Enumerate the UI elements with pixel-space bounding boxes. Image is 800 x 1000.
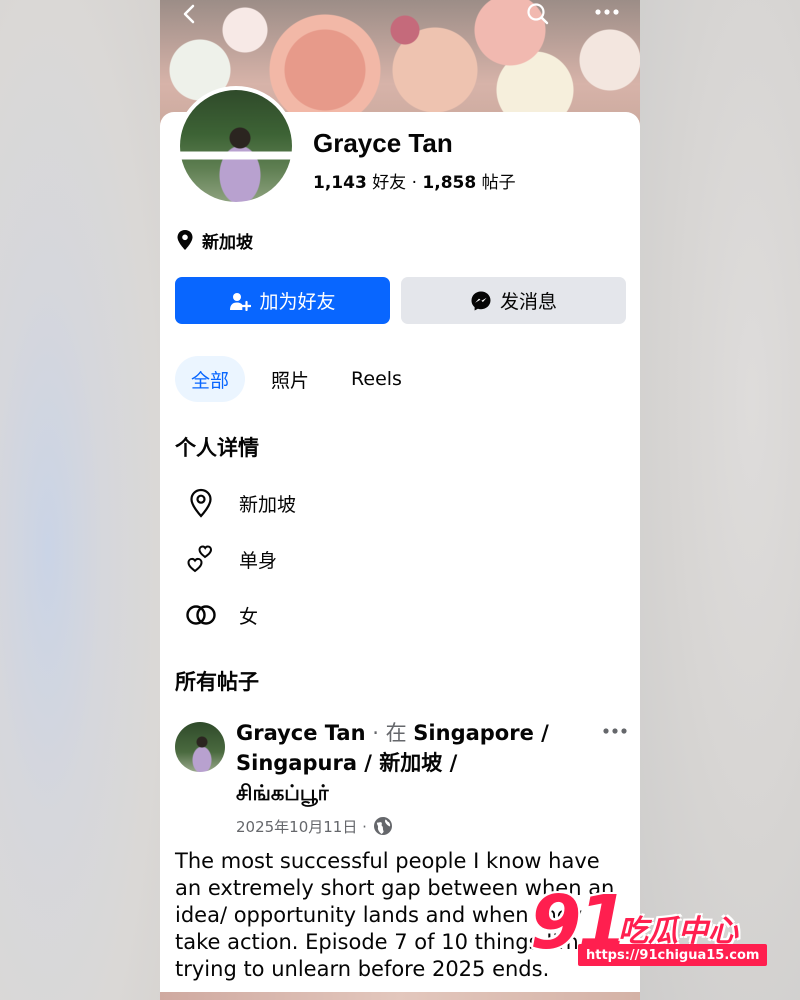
top-bar [160,0,640,28]
phone-screen: Grayce Tan 1,143 好友 · 1,858 帖子 新加坡 加为好友 … [160,0,640,1000]
add-friend-icon [230,292,252,311]
tab-reels[interactable]: Reels [335,356,418,402]
profile-tabs: 全部 照片 Reels [175,356,418,402]
messenger-icon [471,291,491,310]
avatar[interactable] [180,90,292,202]
posts-count: 1,858 [422,173,477,193]
background-blur-left [0,0,160,1000]
profile-name: Grayce Tan [313,128,453,158]
location-pin-icon [185,487,217,519]
location-row: 新加坡 [176,226,253,254]
post-date[interactable]: 2025年10月11日 · [236,816,367,837]
post-meta: 2025年10月11日 · [236,814,393,838]
tab-all[interactable]: 全部 [175,356,246,402]
location-text: 新加坡 [202,232,253,253]
post-place-line2[interactable]: Singapura / 新加坡 / [236,751,457,775]
hearts-icon [185,543,217,575]
friends-count[interactable]: 1,143 [313,173,367,193]
add-friend-button[interactable]: 加为好友 [175,277,390,324]
detail-location-text: 新加坡 [239,493,297,516]
detail-gender: 女 [185,598,258,632]
post-at-prefix: · 在 [372,721,407,745]
stats-separator: · [411,173,417,193]
search-icon[interactable] [526,2,550,26]
back-icon[interactable] [180,4,200,24]
post-image-preview[interactable] [160,992,640,1000]
post-place-line3[interactable]: சிங்கப்பூர் [236,781,329,805]
watermark-url: https://91chigua15.com [578,944,768,966]
detail-gender-text: 女 [239,605,259,628]
post-header: Grayce Tan · 在 Singapore / Singapura / 新… [236,718,566,808]
post-more-icon[interactable] [602,726,628,736]
detail-relationship: 单身 [185,542,277,576]
posts-label: 帖子 [481,173,516,193]
message-button[interactable]: 发消息 [401,277,626,324]
location-pin-icon [177,230,193,250]
friends-label[interactable]: 好友 [372,173,406,193]
posts-section-title: 所有帖子 [175,670,259,694]
post-place-line1[interactable]: Singapore / [413,721,549,745]
post-author-name[interactable]: Grayce Tan [236,721,366,745]
more-icon[interactable] [594,4,620,20]
background-blur-right [640,0,800,1000]
message-label: 发消息 [499,291,557,313]
post-author-avatar[interactable] [175,722,225,772]
add-friend-label: 加为好友 [259,291,336,313]
details-title: 个人详情 [175,436,259,460]
detail-location: 新加坡 [185,486,296,520]
gender-rings-icon [185,599,217,631]
watermark: 91 吃瓜中心 https://91chigua15.com [530,880,770,976]
globe-icon [373,817,392,835]
tab-photos[interactable]: 照片 [255,356,325,402]
profile-stats: 1,143 好友 · 1,858 帖子 [313,168,516,193]
detail-relationship-text: 单身 [239,549,278,572]
